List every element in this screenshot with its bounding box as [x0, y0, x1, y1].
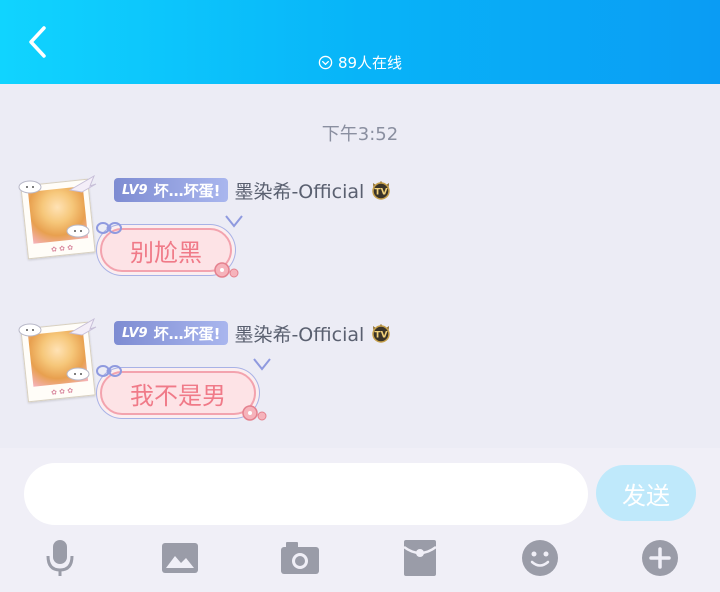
cloud-sticker-icon: [18, 180, 42, 194]
tv-medal-icon: TV: [372, 181, 391, 200]
cloud-sticker-icon: [18, 323, 42, 337]
avatar[interactable]: ✿ ✿ ✿: [18, 174, 100, 260]
bow-decoration-icon: [96, 222, 122, 234]
level-label: LV9: [122, 325, 148, 341]
sender-info: LV9 坏…坏蛋! 墨染希-Official TV: [114, 320, 392, 346]
red-packet-button[interactable]: [398, 536, 442, 580]
emoji-icon: [522, 540, 558, 576]
plus-icon: [642, 540, 678, 576]
avatar[interactable]: ✿ ✿ ✿: [18, 317, 100, 403]
send-button[interactable]: 发送: [596, 465, 696, 521]
message-input[interactable]: [24, 463, 588, 525]
sender-name[interactable]: 墨染希-Official: [234, 320, 364, 347]
online-count[interactable]: 89人在线: [0, 50, 720, 74]
level-badge: LV9 坏…坏蛋!: [114, 321, 229, 345]
wing-sticker-icon: [68, 174, 97, 193]
microphone-icon: [46, 540, 74, 576]
message-bubble[interactable]: 我不是男: [100, 371, 256, 415]
sparkle-decoration-icon: [225, 215, 243, 228]
tv-medal-icon: TV: [372, 324, 391, 343]
chat-message: ✿ ✿ ✿ LV9 坏…坏蛋! 墨染希-Official TV 别尬黑: [0, 174, 720, 304]
user-title: 坏…坏蛋!: [153, 181, 221, 200]
chat-header: 89人在线: [0, 0, 720, 84]
chat-message: ✿ ✿ ✿ LV9 坏…坏蛋! 墨染希-Official TV 我不是男: [0, 317, 720, 447]
image-icon: [162, 543, 198, 573]
camera-icon: [281, 542, 319, 574]
sender-info: LV9 坏…坏蛋! 墨染希-Official TV: [114, 177, 392, 203]
chevron-down-circle-icon: [318, 55, 333, 69]
cloud-sticker-icon: [66, 224, 90, 238]
flower-decoration-icon: [214, 262, 239, 278]
composer-bar: 发送: [0, 448, 720, 592]
level-badge: LV9 坏…坏蛋!: [114, 178, 229, 202]
online-count-label: 89人在线: [337, 53, 403, 72]
user-title: 坏…坏蛋!: [153, 324, 221, 343]
svg-text:TV: TV: [375, 331, 388, 341]
red-packet-icon: [403, 540, 437, 576]
sparkle-decoration-icon: [253, 358, 271, 371]
bow-decoration-icon: [96, 365, 122, 377]
more-button[interactable]: [638, 536, 682, 580]
message-timestamp: 下午3:52: [321, 124, 399, 145]
level-label: LV9: [122, 182, 148, 198]
cloud-sticker-icon: [66, 367, 90, 381]
flower-decoration-icon: [242, 405, 267, 421]
voice-button[interactable]: [38, 536, 82, 580]
camera-button[interactable]: [278, 536, 322, 580]
emoji-button[interactable]: [518, 536, 562, 580]
wing-sticker-icon: [68, 317, 97, 336]
avatar-caption-decoration: ✿ ✿ ✿: [50, 386, 74, 397]
composer-toolbar: [0, 536, 720, 582]
sender-name[interactable]: 墨染希-Official: [234, 177, 364, 204]
image-button[interactable]: [158, 536, 202, 580]
avatar-caption-decoration: ✿ ✿ ✿: [50, 243, 74, 254]
svg-text:TV: TV: [375, 188, 388, 198]
